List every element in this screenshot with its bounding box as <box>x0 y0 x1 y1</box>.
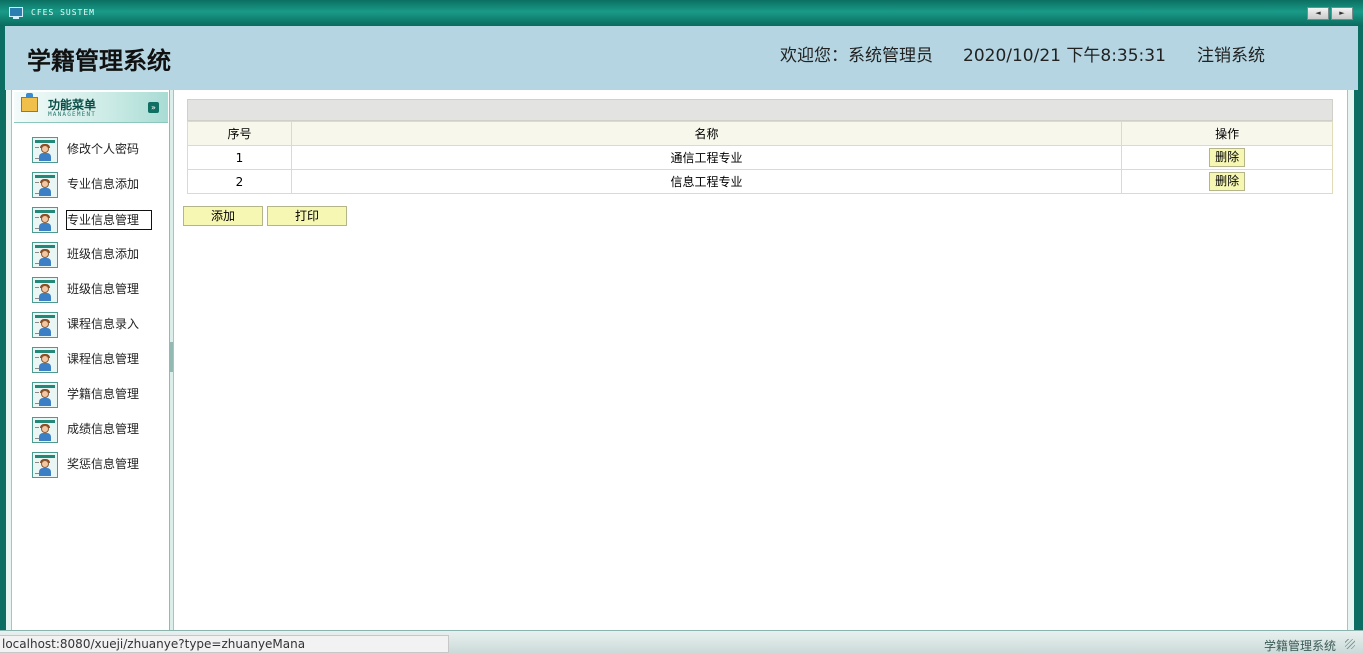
user-card-icon <box>32 277 58 303</box>
user-card-icon <box>32 137 58 163</box>
nav-prev-button[interactable]: ◄ <box>1307 7 1329 20</box>
delete-button[interactable]: 删除 <box>1209 172 1246 191</box>
column-header-name: 名称 <box>290 121 1123 146</box>
sidebar-item-label: 专业信息添加 <box>67 177 140 191</box>
cell-action: 删除 <box>1121 169 1333 194</box>
collapse-icon[interactable]: » <box>148 102 159 113</box>
sidebar-item[interactable]: 班级信息添加 <box>32 242 167 272</box>
column-header-action: 操作 <box>1121 121 1333 146</box>
cell-index: 1 <box>187 145 292 170</box>
user-card-icon <box>32 207 58 233</box>
footer-text: 学籍管理系统 <box>1263 639 1336 653</box>
user-card-icon <box>32 417 58 443</box>
main-content: 序号 名称 操作 1 通信工程专业 删除 2 信息工程专业 删除 添加 打印 <box>174 90 1347 630</box>
sidebar-item[interactable]: 专业信息添加 <box>32 172 167 202</box>
status-url: localhost:8080/xueji/zhuanye?type=zhuany… <box>0 635 449 653</box>
menu-header: 功能菜单 MANAGEMENT » <box>14 92 168 123</box>
frame-right-inner <box>1347 90 1354 630</box>
menu-subtitle: MANAGEMENT <box>48 111 97 118</box>
sidebar-item[interactable]: 专业信息管理 <box>32 207 167 237</box>
monitor-icon <box>9 7 23 19</box>
table-row: 2 信息工程专业 删除 <box>187 169 1333 194</box>
cell-index: 2 <box>187 169 292 194</box>
window-title-bar: CFES SUSTEM ◄ ► <box>0 0 1363 27</box>
user-card-icon <box>32 382 58 408</box>
app-title: 学籍管理系统 <box>27 47 171 75</box>
add-button[interactable]: 添加 <box>183 206 263 226</box>
cell-name: 信息工程专业 <box>290 169 1123 194</box>
sidebar-item[interactable]: 课程信息录入 <box>32 312 167 342</box>
table-row: 1 通信工程专业 删除 <box>187 145 1333 170</box>
sidebar-item-label: 专业信息管理 <box>66 210 153 230</box>
user-card-icon <box>32 172 58 198</box>
welcome-text: 欢迎您：系统管理员 <box>780 46 933 66</box>
print-button[interactable]: 打印 <box>267 206 347 226</box>
sidebar-item-label: 班级信息添加 <box>67 247 140 261</box>
sidebar-item[interactable]: 成绩信息管理 <box>32 417 167 447</box>
datetime-text: 2020/10/21 下午8:35:31 <box>963 46 1166 66</box>
sidebar-item-label: 奖惩信息管理 <box>67 457 140 471</box>
sidebar-item-label: 修改个人密码 <box>67 142 140 156</box>
sidebar-item[interactable]: 课程信息管理 <box>32 347 167 377</box>
sidebar-item[interactable]: 修改个人密码 <box>32 137 167 167</box>
user-card-icon <box>32 347 58 373</box>
splitter-grip[interactable] <box>170 342 173 372</box>
sidebar-item-label: 班级信息管理 <box>67 282 140 296</box>
user-card-icon <box>32 242 58 268</box>
cell-action: 删除 <box>1121 145 1333 170</box>
sidebar-item[interactable]: 班级信息管理 <box>32 277 167 307</box>
logout-link[interactable]: 注销系统 <box>1197 41 1265 66</box>
window-nav-buttons: ◄ ► <box>1307 7 1353 20</box>
nav-next-button[interactable]: ► <box>1331 7 1353 20</box>
table-header-row: 序号 名称 操作 <box>187 121 1333 146</box>
user-card-icon <box>32 312 58 338</box>
column-header-index: 序号 <box>187 121 292 146</box>
folder-icon <box>21 93 38 112</box>
sidebar-item-label: 学籍信息管理 <box>67 387 140 401</box>
major-table: 序号 名称 操作 1 通信工程专业 删除 2 信息工程专业 删除 <box>187 121 1333 194</box>
sidebar-item[interactable]: 奖惩信息管理 <box>32 452 167 482</box>
sidebar: 功能菜单 MANAGEMENT » 修改个人密码 专业信息添加专业信息管理班级信息… <box>12 90 170 630</box>
resize-grip-icon[interactable] <box>1345 639 1355 649</box>
delete-button[interactable]: 删除 <box>1209 148 1246 167</box>
sidebar-item-label: 课程信息录入 <box>67 317 140 331</box>
sidebar-item-label: 成绩信息管理 <box>67 422 140 436</box>
table-caption-bar <box>187 99 1333 121</box>
frame-right-border <box>1354 90 1363 653</box>
user-card-icon <box>32 452 58 478</box>
system-name: CFES SUSTEM <box>31 8 95 17</box>
cell-name: 通信工程专业 <box>290 145 1123 170</box>
page-header: 学籍管理系统 欢迎您：系统管理员 2020/10/21 下午8:35:31 注销… <box>0 26 1363 90</box>
sidebar-item-label: 课程信息管理 <box>67 352 140 366</box>
sidebar-item[interactable]: 学籍信息管理 <box>32 382 167 412</box>
